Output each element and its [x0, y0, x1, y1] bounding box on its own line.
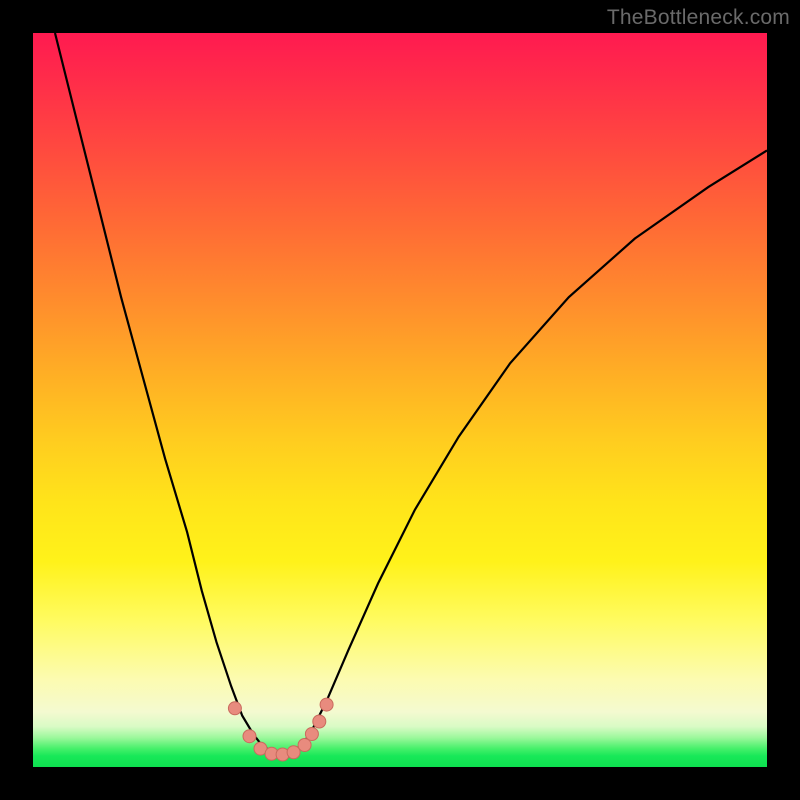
- curve-marker: [320, 698, 333, 711]
- curve-marker: [305, 728, 318, 741]
- plot-area: [33, 33, 767, 767]
- curve-marker: [243, 730, 256, 743]
- watermark-text: TheBottleneck.com: [607, 6, 790, 30]
- curve-marker: [298, 739, 311, 752]
- chart-svg: [33, 33, 767, 767]
- curve-markers: [228, 698, 333, 761]
- curve-marker: [313, 715, 326, 728]
- chart-frame: TheBottleneck.com: [0, 0, 800, 800]
- bottleneck-curve: [55, 33, 767, 755]
- curve-marker: [228, 702, 241, 715]
- curve-marker: [287, 746, 300, 759]
